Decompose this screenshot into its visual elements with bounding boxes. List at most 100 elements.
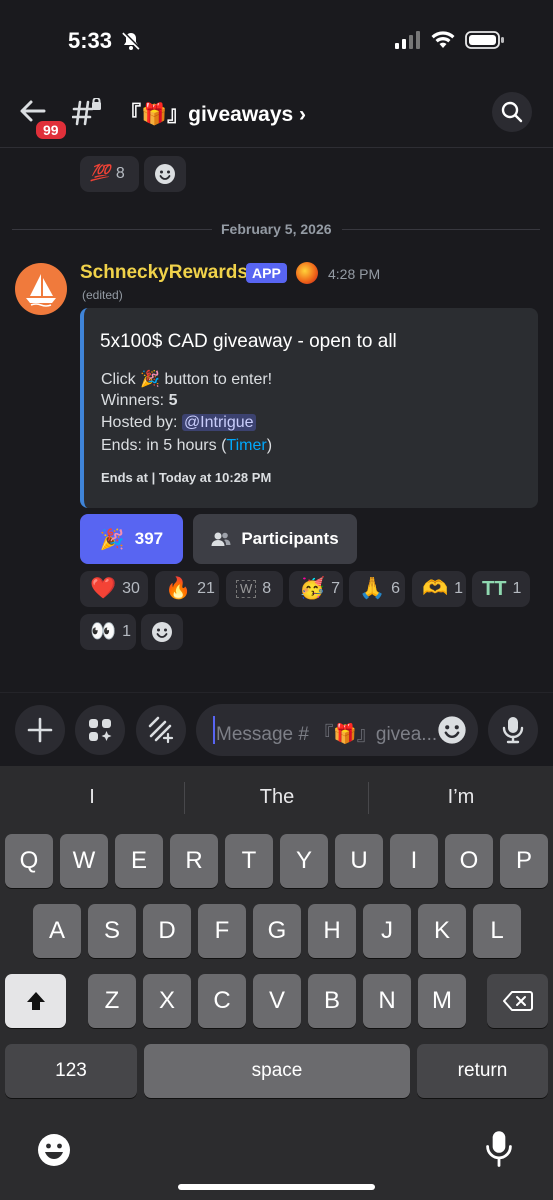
key-b[interactable]: B (308, 974, 356, 1028)
battery-icon (465, 31, 504, 49)
hosted-label: Hosted by: (101, 414, 182, 431)
reaction-count: 1 (122, 623, 132, 640)
date-divider-line-left (12, 229, 212, 230)
smiley-icon (438, 716, 466, 744)
key-u[interactable]: U (335, 834, 383, 888)
click-text-end: button to enter! (160, 371, 273, 388)
pray-icon: 🙏 (359, 577, 386, 600)
embed-footer: Ends at | Today at 10:28 PM (101, 470, 272, 485)
key-e[interactable]: E (115, 834, 163, 888)
reaction-count: 8 (262, 580, 272, 597)
commands-button[interactable] (136, 705, 186, 755)
key-x[interactable]: X (143, 974, 191, 1028)
numbers-key[interactable]: 123 (5, 1044, 137, 1098)
username[interactable]: SchneckyRewards (80, 262, 248, 284)
reaction-eyes[interactable]: 👀 1 (80, 614, 136, 650)
reaction-hundred[interactable]: 💯 8 (80, 156, 139, 192)
key-h[interactable]: H (308, 904, 356, 958)
message-timestamp: 4:28 PM (328, 266, 381, 282)
hundred-emoji: 💯 (90, 165, 110, 182)
w-emote-icon: W (236, 580, 257, 598)
apps-button[interactable] (75, 705, 125, 755)
key-d[interactable]: D (143, 904, 191, 958)
reaction-tt[interactable]: TT 1 (472, 571, 530, 607)
message-placeholder: Message # 『🎁』giveа... (216, 724, 438, 745)
microphone-icon (502, 717, 524, 744)
winners-value: 5 (168, 392, 178, 409)
shift-arrow-icon (26, 992, 45, 1010)
add-reaction-button[interactable] (144, 156, 186, 192)
add-reaction-button[interactable] (141, 614, 183, 650)
click-text: Click (101, 371, 141, 388)
reaction-pray[interactable]: 🙏 6 (349, 571, 405, 607)
key-i[interactable]: I (390, 834, 438, 888)
timer-link[interactable]: Timer (226, 437, 266, 454)
key-y[interactable]: Y (280, 834, 328, 888)
home-indicator (178, 1184, 375, 1190)
fire-icon: 🔥 (165, 577, 192, 600)
key-s[interactable]: S (88, 904, 136, 958)
reaction-fire[interactable]: 🔥 21 (155, 571, 219, 607)
key-v[interactable]: V (253, 974, 301, 1028)
locked-channel-hash-icon (71, 97, 104, 131)
key-o[interactable]: O (445, 834, 493, 888)
reaction-partying-face[interactable]: 🥳 7 (289, 571, 343, 607)
role-badge-icon (296, 262, 318, 284)
status-indicators (395, 30, 505, 50)
key-w[interactable]: W (60, 834, 108, 888)
key-c[interactable]: C (198, 974, 246, 1028)
key-k[interactable]: K (418, 904, 466, 958)
suggestion-2[interactable]: The (185, 786, 369, 809)
reaction-count: 7 (331, 580, 341, 597)
key-r[interactable]: R (170, 834, 218, 888)
participants-button[interactable]: Participants (193, 514, 357, 564)
add-attachment-button[interactable] (15, 705, 65, 755)
suggestion-1[interactable]: I (0, 786, 184, 809)
key-n[interactable]: N (363, 974, 411, 1028)
edited-label: (edited) (82, 288, 123, 302)
enter-giveaway-button[interactable]: 🎉 397 (80, 514, 183, 564)
apps-icon (89, 719, 112, 741)
key-f[interactable]: F (198, 904, 246, 958)
header-divider (0, 147, 553, 148)
party-popper-icon: 🎉 (99, 528, 125, 551)
microphone-icon (486, 1131, 512, 1167)
reaction-heart[interactable]: ❤️ 30 (80, 571, 148, 607)
key-l[interactable]: L (473, 904, 521, 958)
return-key[interactable]: return (417, 1044, 548, 1098)
channel-title[interactable]: 『🎁』giveaways › (120, 98, 306, 128)
key-t[interactable]: T (225, 834, 273, 888)
heart-hands-icon: 🫶 (422, 577, 449, 600)
embed-ends-line: Ends: in 5 hours (Timer) (101, 437, 272, 455)
reaction-count: 8 (115, 165, 125, 182)
delete-key[interactable] (487, 974, 548, 1028)
emoji-keyboard-button[interactable] (36, 1132, 72, 1173)
heart-icon: ❤️ (90, 577, 117, 600)
silent-bell-icon (120, 30, 142, 57)
dictation-button[interactable] (485, 1130, 513, 1173)
smiley-icon (152, 622, 172, 642)
slash-commands-icon (148, 716, 174, 744)
key-j[interactable]: J (363, 904, 411, 958)
emoji-keyboard-icon (38, 1134, 70, 1166)
ends-label: Ends: in 5 hours ( (101, 437, 227, 454)
emoji-picker-button[interactable] (437, 715, 467, 750)
space-key[interactable]: space (144, 1044, 410, 1098)
search-button[interactable] (492, 92, 532, 132)
suggestion-3[interactable]: I’m (369, 786, 553, 809)
embed-host-line: Hosted by: @Intrigue (101, 414, 256, 432)
key-a[interactable]: A (33, 904, 81, 958)
reaction-w[interactable]: W 8 (226, 571, 283, 607)
ends-close: ) (266, 437, 273, 454)
reaction-heart-hands[interactable]: 🫶 1 (412, 571, 466, 607)
voice-message-button[interactable] (488, 705, 538, 755)
key-q[interactable]: Q (5, 834, 53, 888)
host-mention[interactable]: @Intrigue (181, 414, 256, 431)
key-m[interactable]: M (418, 974, 466, 1028)
key-g[interactable]: G (253, 904, 301, 958)
shift-key[interactable] (5, 974, 66, 1028)
key-p[interactable]: P (500, 834, 548, 888)
key-z[interactable]: Z (88, 974, 136, 1028)
tt-emote-icon: TT (482, 578, 507, 600)
avatar[interactable] (15, 263, 67, 315)
